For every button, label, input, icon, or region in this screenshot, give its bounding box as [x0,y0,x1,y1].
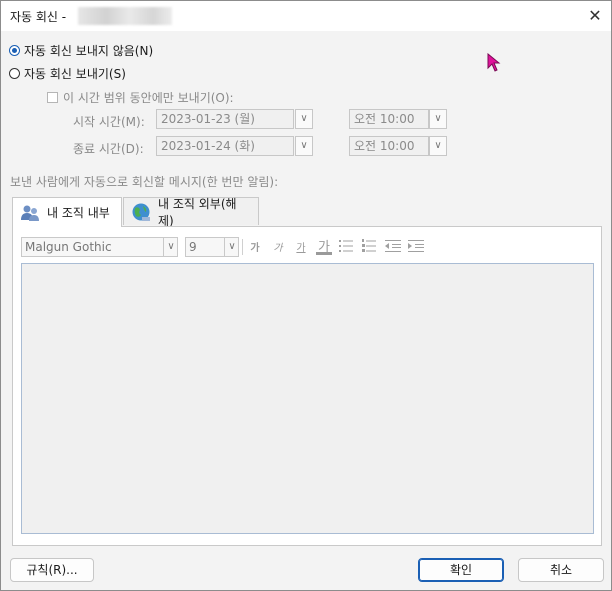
start-time-label: 시작 시간(M): [73,115,145,129]
tab-outside-label: 내 조직 외부(해제) [158,196,237,228]
title-bar: 자동 회신 - ✕ [1,1,611,31]
numbered-list-icon[interactable] [361,238,377,257]
message-editor[interactable] [21,263,594,534]
time-range-option[interactable]: 이 시간 범위 동안에만 보내기(O): [47,89,234,106]
mouse-pointer-icon [487,52,501,76]
auto-reply-dialog: 자동 회신 - ✕ 자동 회신 보내지 않음(N) 자동 회신 보내기(S) 이… [0,0,612,591]
start-time-field[interactable]: 오전 10:00 [349,109,429,129]
no-reply-radio[interactable] [9,45,20,56]
chevron-down-icon: ∨ [434,140,442,151]
tab-outside-organization[interactable]: 내 조직 외부(해제) [123,197,259,228]
globe-icon [130,202,152,222]
ok-button[interactable]: 확인 [418,558,504,582]
chevron-down-icon: ∨ [228,241,236,252]
cancel-button[interactable]: 취소 [518,558,604,582]
end-time-field[interactable]: 오전 10:00 [349,136,429,156]
end-date-dropdown[interactable]: ∨ [295,136,313,156]
underline-button[interactable]: 가 [293,239,309,254]
message-panel: Malgun Gothic ∨ 9 ∨ 가 가 가 가 [12,226,602,546]
chevron-down-icon: ∨ [300,113,308,124]
blurred-account-name [78,7,172,25]
tab-inside-label: 내 조직 내부 [47,206,110,220]
bullet-list-icon[interactable] [338,238,354,257]
no-reply-option[interactable]: 자동 회신 보내지 않음(N) [9,42,153,59]
font-name-combo[interactable]: Malgun Gothic [21,237,178,257]
chevron-down-icon: ∨ [434,113,442,124]
bold-button[interactable]: 가 [247,239,263,254]
start-time-dropdown[interactable]: ∨ [429,109,447,129]
start-date-field[interactable]: 2023-01-23 (월) [156,109,294,129]
close-icon: ✕ [588,6,602,25]
tab-inside-organization[interactable]: 내 조직 내부 [12,197,122,227]
send-reply-radio[interactable] [9,68,20,79]
end-time-dropdown[interactable]: ∨ [429,136,447,156]
send-reply-option[interactable]: 자동 회신 보내기(S) [9,65,126,82]
start-date-dropdown[interactable]: ∨ [295,109,313,129]
increase-indent-icon[interactable] [407,238,425,257]
chevron-down-icon: ∨ [300,140,308,151]
send-reply-label: 자동 회신 보내기(S) [24,67,126,81]
toolbar-divider [242,239,243,255]
end-date-field[interactable]: 2023-01-24 (화) [156,136,294,156]
close-button[interactable]: ✕ [583,5,607,27]
message-label: 보낸 사람에게 자동으로 회신할 메시지(한 번만 알림): [10,175,279,189]
font-color-button[interactable]: 가 [316,236,332,255]
font-name-dropdown[interactable]: ∨ [163,238,178,256]
no-reply-label: 자동 회신 보내지 않음(N) [24,44,154,58]
rules-button[interactable]: 규칙(R)... [10,558,94,582]
time-range-checkbox[interactable] [47,92,58,103]
italic-button[interactable]: 가 [270,239,286,254]
time-range-label: 이 시간 범위 동안에만 보내기(O): [63,91,234,105]
users-icon [19,203,41,223]
end-time-label: 종료 시간(D): [73,142,144,156]
decrease-indent-icon[interactable] [384,238,402,257]
chevron-down-icon: ∨ [167,241,175,252]
window-title: 자동 회신 - [10,10,67,24]
font-size-dropdown[interactable]: ∨ [224,238,239,256]
